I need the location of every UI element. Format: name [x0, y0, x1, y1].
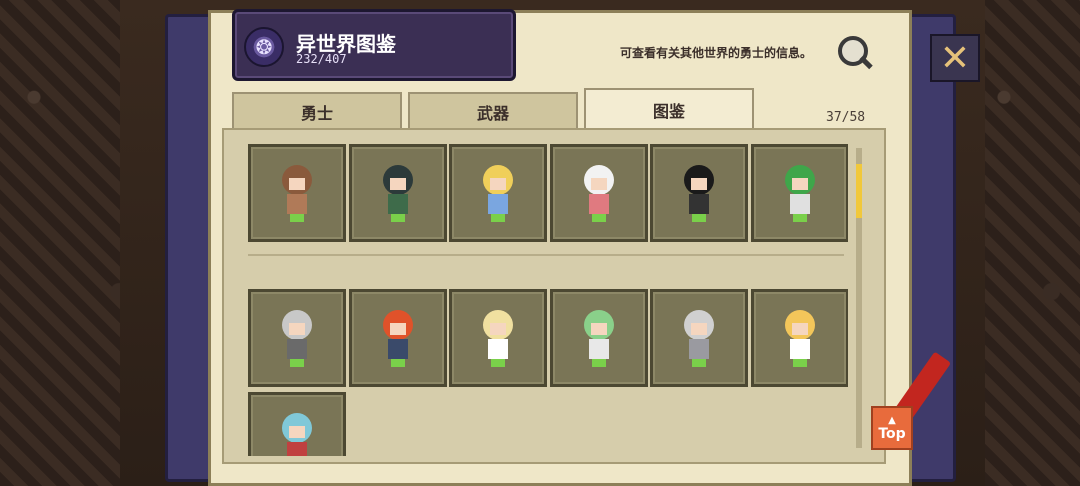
- character-card[interactable]: [248, 392, 346, 456]
- info-text: 可查看有关其他世界的勇士的信息。: [620, 46, 813, 60]
- character-8-icon: [382, 310, 413, 367]
- arrow-up-icon: ▲: [888, 414, 896, 426]
- character-5-icon: [684, 165, 714, 222]
- tab-heroes[interactable]: 勇士: [232, 92, 402, 130]
- character-card[interactable]: [750, 289, 848, 387]
- scrollbar-thumb[interactable]: [856, 164, 862, 218]
- character-2-icon: [382, 165, 413, 222]
- character-12-icon: [784, 310, 815, 367]
- character-card[interactable]: [650, 144, 748, 242]
- character-11-icon: [684, 310, 714, 367]
- character-card[interactable]: [449, 289, 547, 387]
- character-13-icon: [282, 413, 312, 456]
- collection-count: 232/407: [296, 52, 347, 66]
- character-9-icon: [483, 310, 513, 367]
- character-grid: [248, 144, 848, 456]
- close-button[interactable]: ✕: [930, 34, 980, 82]
- character-card[interactable]: [449, 144, 547, 242]
- background-right-pattern: [985, 0, 1080, 486]
- tab-weapons[interactable]: 武器: [408, 92, 578, 130]
- emblem-icon: ❂: [244, 27, 284, 67]
- character-card[interactable]: [348, 144, 447, 242]
- top-label: Top: [878, 425, 906, 442]
- tab-codex[interactable]: 图鉴: [584, 88, 754, 130]
- character-card[interactable]: [750, 144, 848, 242]
- character-1-icon: [282, 165, 312, 222]
- character-card[interactable]: [248, 289, 346, 387]
- character-7-icon: [282, 310, 312, 367]
- character-card[interactable]: [650, 289, 748, 387]
- character-card[interactable]: [549, 144, 648, 242]
- character-3-icon: [483, 165, 513, 222]
- character-card[interactable]: [549, 289, 648, 387]
- character-card[interactable]: [248, 144, 346, 242]
- character-6-icon: [784, 165, 815, 222]
- scroll-top-button[interactable]: ▲ Top: [871, 406, 913, 450]
- page-counter: 37/58: [826, 110, 866, 125]
- character-4-icon: [583, 165, 614, 222]
- character-10-icon: [583, 310, 614, 367]
- character-card[interactable]: [348, 289, 447, 387]
